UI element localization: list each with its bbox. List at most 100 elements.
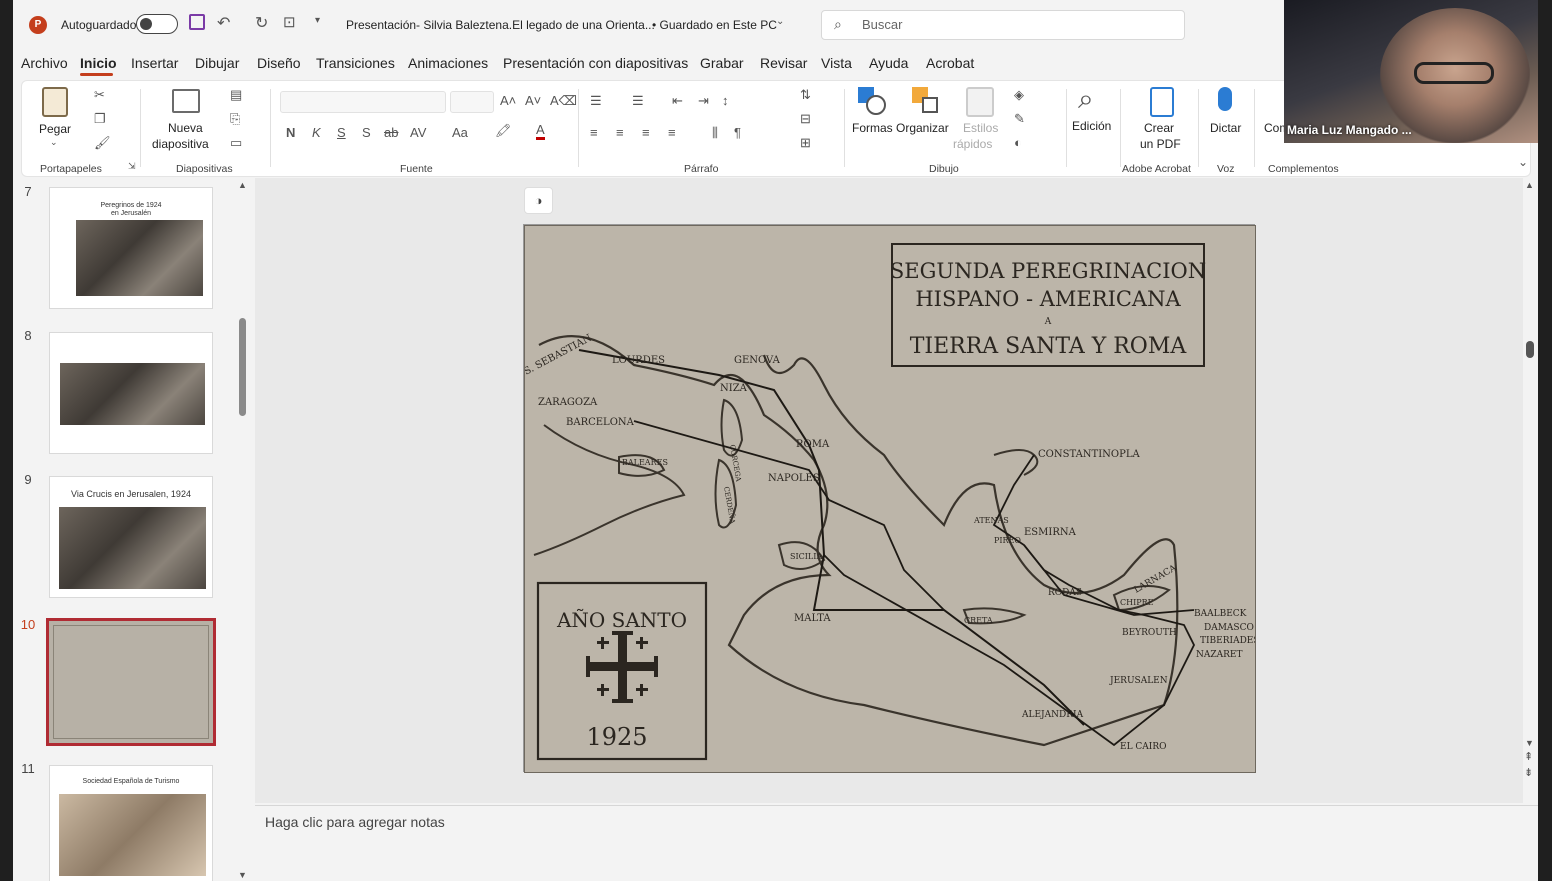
shrink-font-icon[interactable]: A˅ [525, 93, 541, 108]
dialog-launcher-icon[interactable]: ⇲ [128, 161, 136, 172]
text-direction-icon[interactable]: ⇅ [800, 87, 811, 103]
slide-canvas[interactable]: SEGUNDA PEREGRINACION HISPANO - AMERICAN… [522, 224, 1260, 773]
columns-icon[interactable]: ⫼ [712, 125, 718, 141]
chevron-down-icon[interactable]: ⌄ [50, 137, 58, 148]
quick-styles-label-1[interactable]: Estilos [963, 121, 998, 136]
format-painter-icon[interactable]: 🖌 [94, 135, 111, 151]
collapse-ribbon-icon[interactable]: ⌄ [1518, 155, 1528, 169]
tab-diseno[interactable]: Diseño [257, 55, 301, 71]
arrange-button[interactable]: Organizar [896, 121, 949, 136]
tab-animaciones[interactable]: Animaciones [408, 55, 488, 71]
change-case-button[interactable]: Aa [452, 125, 468, 140]
create-pdf-label-1[interactable]: Crear [1144, 121, 1174, 136]
font-family-select[interactable] [280, 91, 446, 113]
paragraph-mark-icon[interactable]: ¶ [734, 125, 741, 140]
cut-icon[interactable]: ✂ [94, 87, 105, 103]
smartart-icon[interactable]: ⊞ [800, 135, 811, 151]
font-color-icon[interactable]: A [536, 123, 545, 140]
grow-font-icon[interactable]: A˄ [500, 93, 516, 108]
tab-acrobat[interactable]: Acrobat [926, 55, 974, 71]
new-slide-icon[interactable] [172, 89, 200, 113]
document-title[interactable]: Presentación- Silvia Baleztena.El legado… [346, 18, 655, 32]
scroll-down-arrow-icon[interactable]: ▼ [238, 870, 247, 880]
shape-effects-icon[interactable]: ◐ [1014, 135, 1022, 150]
arrange-icon[interactable] [912, 87, 942, 117]
align-text-icon[interactable]: ⊟ [800, 111, 811, 127]
tab-vista[interactable]: Vista [821, 55, 852, 71]
quick-styles-icon[interactable] [966, 87, 994, 117]
bold-button[interactable]: N [286, 125, 295, 140]
paste-icon[interactable] [42, 87, 68, 117]
autosave-toggle[interactable] [136, 14, 178, 34]
align-right-icon[interactable]: ≡ [642, 125, 650, 140]
clear-format-icon[interactable]: A⌫ [550, 93, 577, 109]
search-box[interactable]: ⌕ Buscar [821, 10, 1185, 40]
tab-revisar[interactable]: Revisar [760, 55, 807, 71]
editing-button[interactable]: Edición [1072, 119, 1111, 134]
create-pdf-icon[interactable] [1150, 87, 1174, 117]
decrease-indent-icon[interactable]: ⇤ [672, 93, 683, 109]
tab-grabar[interactable]: Grabar [700, 55, 744, 71]
thumbnail-scrollbar[interactable] [238, 180, 250, 880]
create-pdf-label-2[interactable]: un PDF [1140, 137, 1181, 152]
tab-inicio[interactable]: Inicio [80, 55, 117, 71]
undo-icon[interactable]: ↶ [217, 13, 230, 33]
italic-button[interactable]: K [312, 125, 321, 140]
slide-thumbnail-11[interactable]: Sociedad Española de Turismo [49, 765, 213, 881]
highlight-icon[interactable]: 🖍 [495, 123, 512, 139]
slide-thumbnail-9[interactable]: Via Crucis en Jerusalen, 1924 [49, 476, 213, 598]
save-status[interactable]: • Guardado en Este PC [652, 18, 777, 32]
new-slide-label-1[interactable]: Nueva [168, 121, 203, 136]
save-icon[interactable] [189, 14, 205, 30]
present-icon[interactable]: ⊡ [283, 13, 296, 31]
align-left-icon[interactable]: ≡ [590, 125, 598, 140]
shape-fill-icon[interactable]: ◈ [1014, 87, 1024, 103]
bullets-icon[interactable]: ☰ [590, 93, 602, 109]
previous-slide-icon[interactable]: ⇞ [1524, 752, 1533, 763]
thumbnail-scroll-thumb[interactable] [239, 318, 246, 416]
slide-scrollbar[interactable] [1523, 178, 1538, 803]
numbering-icon[interactable]: ☰ [632, 93, 644, 109]
new-slide-label-2[interactable]: diapositiva [152, 137, 209, 152]
increase-indent-icon[interactable]: ⇥ [698, 93, 709, 109]
underline-button[interactable]: S [337, 125, 346, 140]
paste-button[interactable]: Pegar [39, 122, 71, 137]
dictate-button[interactable]: Dictar [1210, 121, 1241, 136]
tab-transiciones[interactable]: Transiciones [316, 55, 395, 71]
tab-dibujar[interactable]: Dibujar [195, 55, 239, 71]
slide-thumbnail-10[interactable] [46, 618, 216, 746]
shapes-icon[interactable] [858, 87, 888, 117]
microphone-icon[interactable] [1218, 87, 1232, 111]
tab-presentacion[interactable]: Presentación con diapositivas [503, 55, 688, 71]
shadow-button[interactable]: S [362, 125, 371, 140]
shapes-button[interactable]: Formas [852, 121, 893, 136]
scroll-up-arrow-icon[interactable]: ▲ [238, 180, 247, 190]
character-spacing-button[interactable]: AV [410, 125, 426, 140]
shape-outline-icon[interactable]: ✎ [1014, 111, 1025, 127]
next-slide-icon[interactable]: ⇟ [1524, 768, 1533, 779]
justify-icon[interactable]: ≡ [668, 125, 676, 140]
notes-pane[interactable]: Haga clic para agregar notas [255, 805, 1538, 881]
chevron-down-icon[interactable]: ⌄ [776, 16, 784, 27]
slide-thumbnail-7[interactable]: Peregrinos de 1924 en Jerusalén [49, 187, 213, 309]
copy-icon[interactable]: ❐ [94, 111, 106, 127]
scroll-down-arrow-icon[interactable]: ▼ [1525, 738, 1534, 748]
reset-icon[interactable]: ⎘ [230, 111, 240, 127]
tab-archivo[interactable]: Archivo [21, 55, 68, 71]
designer-icon[interactable]: ◑ [524, 187, 553, 214]
line-spacing-icon[interactable]: ↕ [722, 93, 729, 108]
find-icon[interactable]: ⌕ [1078, 83, 1094, 116]
tab-ayuda[interactable]: Ayuda [869, 55, 908, 71]
layout-icon[interactable]: ▤ [230, 87, 242, 103]
strikethrough-button[interactable]: ab [384, 125, 398, 140]
redo-icon[interactable]: ↻ [255, 13, 268, 33]
slide-thumbnail-8[interactable] [49, 332, 213, 454]
customize-toolbar-icon[interactable]: ▾ [315, 15, 320, 26]
section-icon[interactable]: ▭ [230, 135, 242, 151]
tab-insertar[interactable]: Insertar [131, 55, 178, 71]
align-center-icon[interactable]: ≡ [616, 125, 624, 140]
font-size-select[interactable] [450, 91, 494, 113]
quick-styles-label-2[interactable]: rápidos [953, 137, 992, 152]
scroll-up-arrow-icon[interactable]: ▲ [1525, 180, 1534, 190]
slide-scroll-thumb[interactable] [1526, 341, 1534, 358]
